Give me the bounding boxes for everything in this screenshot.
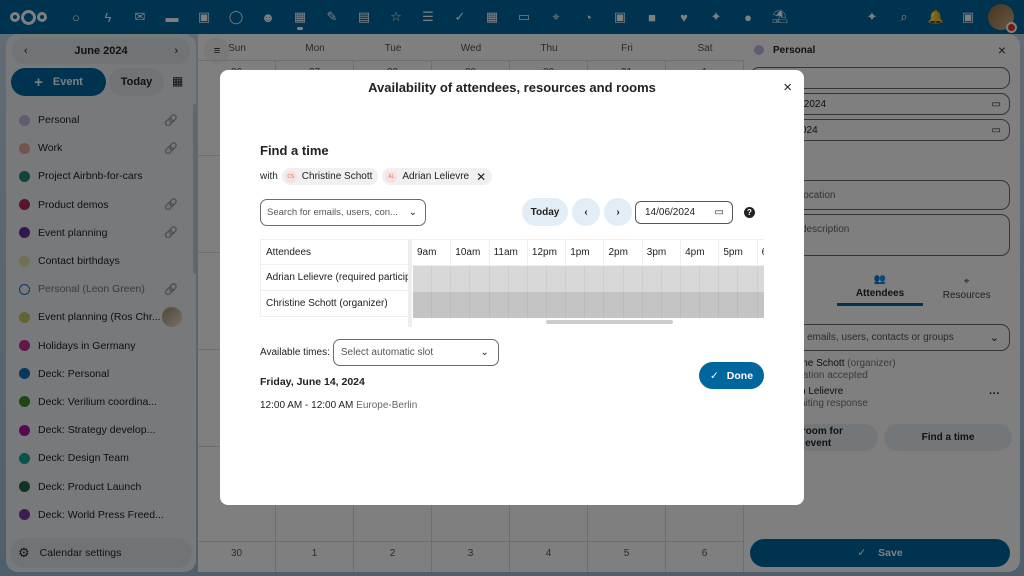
- select-placeholder: Select automatic slot: [340, 347, 434, 358]
- hour-label: 12pm: [528, 240, 567, 265]
- freebusy-slot[interactable]: [413, 292, 433, 318]
- help-icon[interactable]: ?: [744, 207, 755, 218]
- freebusy-slot[interactable]: [604, 266, 624, 292]
- time-range: 12:00 AM - 12:00 AM: [260, 400, 354, 411]
- freebusy-slot[interactable]: [758, 292, 764, 318]
- freebusy-slot[interactable]: [547, 292, 567, 318]
- search-placeholder: Search for emails, users, con...: [267, 207, 398, 218]
- hour-header: 9am10am11am12pm1pm2pm3pm4pm5pm6pm: [413, 239, 764, 266]
- chip-name: Christine Schott: [301, 171, 373, 182]
- freebusy-slot[interactable]: [681, 292, 701, 318]
- freebusy-slot[interactable]: [490, 292, 509, 318]
- freebusy-slot[interactable]: [662, 292, 681, 318]
- today-button[interactable]: Today: [522, 198, 568, 226]
- freebusy-attendee-row: Adrian Lelievre (required participant): [260, 265, 408, 291]
- freebusy-slot[interactable]: [681, 266, 701, 292]
- freebusy-slot[interactable]: [585, 292, 605, 318]
- selected-time-range: 12:00 AM - 12:00 AM Europe-Berlin: [260, 400, 417, 411]
- available-times-label: Available times:: [260, 347, 330, 358]
- attendee-chip: AL Adrian Lelievre ✕: [382, 168, 493, 185]
- hour-label: 1pm: [566, 240, 605, 265]
- freebusy-slot[interactable]: [413, 266, 433, 292]
- freebusy-timeline: 9am10am11am12pm1pm2pm3pm4pm5pm6pm: [413, 239, 764, 327]
- freebusy-slot[interactable]: [662, 266, 681, 292]
- freebusy-slot[interactable]: [432, 292, 452, 318]
- freebusy-slot[interactable]: [700, 266, 720, 292]
- freebusy-slot[interactable]: [509, 266, 528, 292]
- hour-label: 2pm: [604, 240, 643, 265]
- availability-dialog: Availability of attendees, resources and…: [220, 70, 804, 505]
- freebusy-slot[interactable]: [700, 292, 720, 318]
- selected-day: Friday, June 14, 2024: [260, 376, 365, 388]
- done-button[interactable]: ✓ Done: [699, 362, 764, 389]
- freebusy-slot[interactable]: [490, 266, 509, 292]
- freebusy-attendee-column: Attendees Adrian Lelievre (required part…: [260, 239, 412, 327]
- hour-label: 11am: [490, 240, 528, 265]
- attendee-chips: with CS Christine Schott AL Adrian Lelievr…: [260, 168, 493, 185]
- freebusy-slot[interactable]: [432, 266, 452, 292]
- attendee-chip: CS Christine Schott: [281, 168, 379, 185]
- freebusy-slot[interactable]: [566, 266, 586, 292]
- freebusy-slot[interactable]: [643, 266, 662, 292]
- avatar: CS: [284, 170, 297, 183]
- hour-label: 3pm: [643, 240, 682, 265]
- freebusy-row[interactable]: [413, 292, 764, 318]
- freebusy-slot[interactable]: [566, 292, 586, 318]
- hour-label: 6pm: [758, 240, 764, 265]
- freebusy-slot[interactable]: [624, 292, 643, 318]
- freebusy-slot[interactable]: [528, 266, 547, 292]
- chip-name: Adrian Lelievre: [402, 171, 470, 182]
- next-day-button[interactable]: ›: [604, 198, 632, 226]
- freebusy-grid: Attendees Adrian Lelievre (required part…: [260, 239, 764, 327]
- check-icon: ✓: [709, 369, 719, 382]
- chevron-down-icon: ⌄: [408, 207, 417, 218]
- freebusy-slot[interactable]: [451, 292, 471, 318]
- freebusy-slot[interactable]: [738, 266, 758, 292]
- timezone: Europe-Berlin: [356, 400, 418, 411]
- available-times: Available times: Select automatic slot ⌄: [260, 339, 499, 366]
- attendees-column-header: Attendees: [260, 239, 408, 265]
- chevron-down-icon: ⌄: [480, 347, 489, 358]
- freebusy-slot[interactable]: [470, 292, 490, 318]
- hour-label: 10am: [451, 240, 490, 265]
- freebusy-slot[interactable]: [719, 266, 739, 292]
- freebusy-slot[interactable]: [604, 292, 624, 318]
- freebusy-slot[interactable]: [758, 266, 764, 292]
- freebusy-slot[interactable]: [624, 266, 643, 292]
- freebusy-slot[interactable]: [547, 266, 567, 292]
- done-label: Done: [726, 369, 754, 382]
- freebusy-slot[interactable]: [643, 292, 662, 318]
- hour-label: 9am: [413, 240, 452, 265]
- hour-label: 4pm: [681, 240, 720, 265]
- freebusy-slot[interactable]: [738, 292, 758, 318]
- freebusy-attendee-row: Christine Schott (organizer): [260, 291, 408, 317]
- date-value: 14/06/2024: [645, 207, 696, 218]
- freebusy-slot[interactable]: [451, 266, 471, 292]
- previous-day-button[interactable]: ‹: [572, 198, 600, 226]
- freebusy-row[interactable]: [413, 266, 764, 292]
- avatar: AL: [385, 170, 398, 183]
- attendee-search-input[interactable]: Search for emails, users, con... ⌄: [260, 199, 426, 226]
- freebusy-slot[interactable]: [470, 266, 490, 292]
- remove-attendee-icon[interactable]: ✕: [476, 170, 486, 184]
- dialog-title: Availability of attendees, resources and…: [368, 80, 656, 95]
- available-slot-select[interactable]: Select automatic slot ⌄: [332, 339, 499, 366]
- freebusy-slot[interactable]: [509, 292, 528, 318]
- freebusy-slot[interactable]: [719, 292, 739, 318]
- calendar-icon[interactable]: ▭: [715, 207, 724, 218]
- freebusy-slot[interactable]: [528, 292, 547, 318]
- hour-label: 5pm: [719, 240, 758, 265]
- with-label: with: [260, 171, 278, 182]
- horizontal-scrollbar[interactable]: [546, 320, 673, 324]
- find-time-heading: Find a time: [260, 143, 329, 158]
- close-icon[interactable]: ×: [783, 79, 792, 96]
- date-input[interactable]: 14/06/2024 ▭: [635, 201, 733, 224]
- freebusy-slot[interactable]: [585, 266, 605, 292]
